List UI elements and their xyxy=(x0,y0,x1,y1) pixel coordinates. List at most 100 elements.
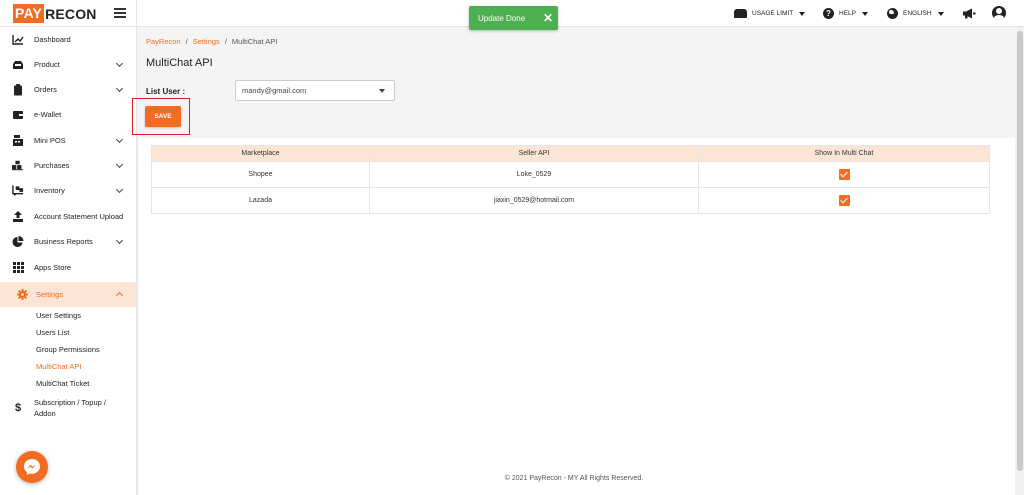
user-account-icon[interactable] xyxy=(992,6,1006,20)
table-header-row: Marketplace Seller API Show In Multi Cha… xyxy=(151,145,990,162)
toast-message: Update Done xyxy=(478,13,526,23)
caret-down-icon xyxy=(379,89,385,93)
wallet-icon xyxy=(12,109,24,121)
sidebar-item-label: Product xyxy=(34,60,60,69)
multichat-table: Marketplace Seller API Show In Multi Cha… xyxy=(151,145,990,214)
sidebar-item-inventory[interactable]: Inventory xyxy=(0,178,136,203)
sidebar-item-account-statement-upload[interactable]: Account Statement Upload xyxy=(0,204,136,229)
sidebar-item-label: Mini POS xyxy=(34,136,66,145)
dollar-icon: $ xyxy=(14,402,22,414)
list-user-value: mandy@gmail.com xyxy=(242,86,307,95)
sidebar-item-label: Inventory xyxy=(34,186,65,195)
cash-register-icon xyxy=(12,135,24,147)
cell-marketplace: Lazada xyxy=(151,187,370,214)
help-menu[interactable]: ? HELP xyxy=(823,0,868,27)
subscription-label-line1: Subscription / Topup / xyxy=(34,398,106,407)
help-icon: ? xyxy=(823,8,834,19)
sidebar-subitem-group-permissions[interactable]: Group Permissions xyxy=(36,345,100,354)
chevron-down-icon xyxy=(115,236,124,245)
chevron-down-icon xyxy=(115,160,124,169)
sidebar-item-apps-store[interactable]: Apps Store xyxy=(0,255,136,280)
sidebar-item-mini-pos[interactable]: Mini POS xyxy=(0,128,136,153)
caret-down-icon xyxy=(799,11,806,16)
caret-down-icon xyxy=(861,11,868,16)
dolly-icon xyxy=(12,185,24,197)
breadcrumb-current: MultiChat API xyxy=(231,37,278,46)
logo-pay: PAY xyxy=(13,4,45,23)
header-marketplace: Marketplace xyxy=(151,145,370,162)
table-row: Lazada jiaxin_0529@hotmail.com xyxy=(151,187,990,214)
table-row: Shopee Loke_0529 xyxy=(151,161,990,188)
sidebar-item-label: e-Wallet xyxy=(34,110,62,119)
scrollbar-thumb[interactable] xyxy=(1017,31,1023,471)
sidebar-item-label: Apps Store xyxy=(34,263,72,272)
pie-chart-icon xyxy=(12,235,24,248)
breadcrumb-separator: / xyxy=(224,37,227,46)
cell-show-in-multi-chat xyxy=(698,187,990,214)
sidebar-item-label: Subscription / Topup / Addon xyxy=(34,397,106,419)
save-button[interactable]: SAVE xyxy=(145,106,181,127)
usage-limit-label: USAGE LIMIT xyxy=(752,10,794,17)
chevron-down-icon xyxy=(115,84,124,93)
breadcrumb-settings[interactable]: Settings xyxy=(193,37,220,46)
breadcrumb: PayRecon / Settings / MultiChat API xyxy=(146,37,277,46)
chevron-up-icon xyxy=(115,291,124,300)
language-menu[interactable]: ENGLISH xyxy=(887,0,944,27)
grid-icon xyxy=(12,262,24,274)
update-done-toast: Update Done ✕ xyxy=(469,6,558,30)
sidebar-item-settings[interactable]: Settings xyxy=(0,282,136,307)
boxes-icon xyxy=(12,160,24,172)
sidebar-subitem-user-settings[interactable]: User Settings xyxy=(36,311,81,320)
sidebar-item-product[interactable]: Product xyxy=(0,52,136,77)
close-icon[interactable]: ✕ xyxy=(538,11,558,25)
payrecon-logo[interactable]: PAY RECON xyxy=(13,4,97,23)
sidebar-item-label: Settings xyxy=(36,290,64,299)
hamburger-menu-icon[interactable] xyxy=(114,8,126,18)
messenger-icon xyxy=(24,459,40,475)
sidebar-item-label: Purchases xyxy=(34,161,70,170)
help-label: HELP xyxy=(839,10,856,17)
show-in-multi-chat-checkbox[interactable] xyxy=(838,169,850,180)
caret-down-icon xyxy=(937,11,944,16)
sidebar-subitem-users-list[interactable]: Users List xyxy=(36,328,69,337)
cell-seller-api: Loke_0529 xyxy=(369,161,699,188)
sidebar-subitem-multichat-ticket[interactable]: MultiChat Ticket xyxy=(36,379,89,388)
cell-seller-api: jiaxin_0529@hotmail.com xyxy=(369,187,699,214)
language-label: ENGLISH xyxy=(903,10,932,17)
sidebar-item-label: Orders xyxy=(34,85,57,94)
chevron-down-icon xyxy=(115,59,124,68)
usage-limit-menu[interactable]: USAGE LIMIT xyxy=(734,0,806,27)
logo-recon: RECON xyxy=(45,5,97,22)
list-user-label: List User : xyxy=(146,87,186,96)
footer-copyright: © 2021 PayRecon - MY All Rights Reserved… xyxy=(504,475,644,482)
list-user-select[interactable]: mandy@gmail.com xyxy=(235,80,395,101)
chart-line-icon xyxy=(12,34,24,46)
messenger-chat-button[interactable] xyxy=(16,451,48,483)
header-show-in-multi-chat: Show In Multi Chat xyxy=(698,145,990,162)
sidebar-item-label: Business Reports xyxy=(34,237,93,246)
sidebar-item-label: Account Statement Upload xyxy=(34,212,124,221)
sidebar-divider xyxy=(136,0,137,495)
show-in-multi-chat-checkbox[interactable] xyxy=(838,195,850,206)
page-scrollbar[interactable] xyxy=(1016,27,1024,495)
chevron-down-icon xyxy=(115,135,124,144)
sidebar-item-dashboard[interactable]: Dashboard xyxy=(0,27,136,52)
megaphone-icon[interactable] xyxy=(962,8,976,19)
cell-marketplace: Shopee xyxy=(151,161,370,188)
box-icon xyxy=(12,59,24,71)
sidebar-item-e-wallet[interactable]: e-Wallet xyxy=(0,102,136,127)
sidebar-item-purchases[interactable]: Purchases xyxy=(0,153,136,178)
subscription-label-line2: Addon xyxy=(34,409,56,418)
upload-icon xyxy=(12,211,24,223)
sidebar-item-subscription[interactable]: $ Subscription / Topup / Addon xyxy=(0,393,136,423)
breadcrumb-payrecon[interactable]: PayRecon xyxy=(146,37,181,46)
chevron-down-icon xyxy=(115,185,124,194)
sidebar-subitem-multichat-api[interactable]: MultiChat API xyxy=(36,362,81,371)
cell-show-in-multi-chat xyxy=(698,161,990,188)
sidebar-item-business-reports[interactable]: Business Reports xyxy=(0,229,136,254)
clipboard-icon xyxy=(12,83,24,96)
globe-icon xyxy=(887,8,898,19)
header-seller-api: Seller API xyxy=(369,145,699,162)
usage-limit-icon xyxy=(734,9,747,18)
sidebar-item-orders[interactable]: Orders xyxy=(0,77,136,102)
